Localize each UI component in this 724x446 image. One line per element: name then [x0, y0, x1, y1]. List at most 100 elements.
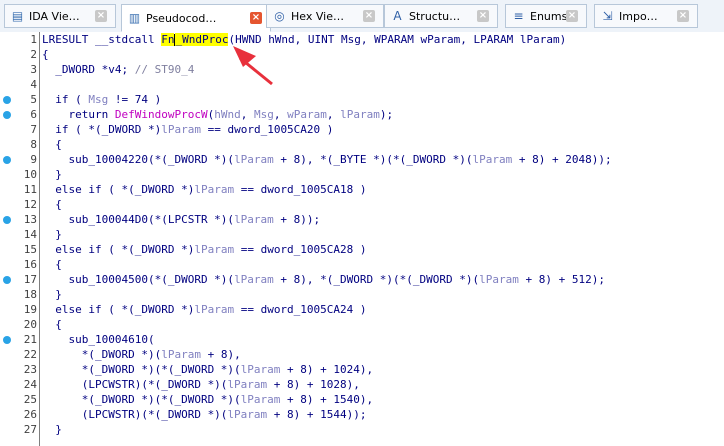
- code-text: {: [42, 257, 62, 272]
- code-token: }: [42, 423, 62, 436]
- code-line[interactable]: 25 *(_DWORD *)(*(_DWORD *)(lParam + 8) +…: [0, 392, 724, 407]
- code-token: else if ( *(_DWORD *): [42, 183, 195, 196]
- tab-hex-view[interactable]: ◎ Hex Vie… ×: [266, 4, 384, 28]
- line-number: 2: [30, 48, 37, 61]
- code-token: lParam: [194, 303, 235, 316]
- code-line[interactable]: 27 }: [0, 422, 724, 437]
- code-token: // ST90_4: [134, 63, 195, 76]
- line-number: 23: [23, 363, 37, 376]
- code-token: + 8) + 512);: [518, 273, 605, 286]
- code-token: if ( *(_DWORD *): [42, 123, 162, 136]
- code-line[interactable]: 4: [0, 77, 724, 92]
- code-token: ,: [240, 108, 254, 121]
- code-line[interactable]: 16 {: [0, 257, 724, 272]
- tab-ida-view[interactable]: ▤ IDA Vie… ×: [4, 4, 116, 28]
- code-text: {: [42, 197, 62, 212]
- code-text: (LPCWSTR)(*(_DWORD *)(lParam + 8) + 1028…: [42, 377, 360, 392]
- code-line[interactable]: 21 sub_10004610(: [0, 332, 724, 347]
- code-line[interactable]: 12 {: [0, 197, 724, 212]
- code-text: *(_DWORD *)(lParam + 8),: [42, 347, 241, 362]
- code-line[interactable]: 26 (LPCWSTR)(*(_DWORD *)(lParam + 8) + 1…: [0, 407, 724, 422]
- code-line[interactable]: 22 *(_DWORD *)(lParam + 8),: [0, 347, 724, 362]
- code-line[interactable]: 9 sub_10004220(*(_DWORD *)(lParam + 8), …: [0, 152, 724, 167]
- code-token: *(_DWORD *)(: [42, 348, 162, 361]
- code-token: DefWindowProcW: [114, 108, 208, 121]
- code-token: == dword_1005CA24 ): [234, 303, 367, 316]
- code-token: _DWORD *v4;: [42, 63, 135, 76]
- tab-enums[interactable]: ≡ Enums ×: [505, 4, 587, 28]
- line-number: 16: [23, 258, 37, 271]
- tab-label: Enums: [530, 9, 566, 23]
- code-token: {: [42, 198, 62, 211]
- close-icon[interactable]: ×: [95, 10, 107, 22]
- code-line[interactable]: 10 }: [0, 167, 724, 182]
- code-text: sub_10004220(*(_DWORD *)(lParam + 8), *(…: [42, 152, 611, 167]
- close-icon[interactable]: ×: [250, 12, 262, 24]
- close-icon[interactable]: ×: [566, 10, 578, 22]
- code-token: lParam: [161, 123, 201, 136]
- close-icon[interactable]: ×: [477, 10, 489, 22]
- code-line[interactable]: 20 {: [0, 317, 724, 332]
- line-number: 25: [23, 393, 37, 406]
- code-line[interactable]: 18 }: [0, 287, 724, 302]
- ida-view-icon: ▤: [11, 9, 24, 23]
- code-line[interactable]: 17 sub_10004500(*(_DWORD *)(lParam + 8),…: [0, 272, 724, 287]
- code-token: + 8) + 1544));: [267, 408, 367, 421]
- line-number: 10: [23, 168, 37, 181]
- line-number: 21: [23, 333, 37, 346]
- code-token: (HWND hWnd, UINT Msg, WPARAM wParam, LPA…: [228, 33, 567, 46]
- line-number: 27: [23, 423, 37, 436]
- line-number: 13: [23, 213, 37, 226]
- tab-structures[interactable]: A Structu… ×: [384, 4, 498, 28]
- tab-label: Pseudocod…: [146, 11, 217, 25]
- code-text: {: [42, 47, 49, 62]
- code-text: *(_DWORD *)(*(_DWORD *)(lParam + 8) + 15…: [42, 392, 373, 407]
- code-token: lParam: [240, 363, 281, 376]
- code-token: }: [42, 168, 62, 181]
- code-token: + 8), *(_BYTE *)(*(_DWORD *)(: [273, 153, 473, 166]
- code-line[interactable]: 14 }: [0, 227, 724, 242]
- code-line[interactable]: 3 _DWORD *v4; // ST90_4: [0, 62, 724, 77]
- code-text: *(_DWORD *)(*(_DWORD *)(lParam + 8) + 10…: [42, 362, 373, 377]
- line-number: 26: [23, 408, 37, 421]
- code-token: sub_10004610(: [42, 333, 155, 346]
- code-line[interactable]: 11 else if ( *(_DWORD *)lParam == dword_…: [0, 182, 724, 197]
- line-number: 24: [23, 378, 37, 391]
- code-line[interactable]: 19 else if ( *(_DWORD *)lParam == dword_…: [0, 302, 724, 317]
- tab-imports[interactable]: ⇲ Impo… ×: [594, 4, 698, 28]
- tab-pseudocode[interactable]: ▥ Pseudocod… ×: [121, 4, 271, 32]
- code-token: {: [42, 258, 62, 271]
- code-token: + 8), *(_DWORD *)(*(_DWORD *)(: [273, 273, 480, 286]
- code-token: == dword_1005CA28 ): [234, 243, 367, 256]
- code-token: lParam: [479, 273, 519, 286]
- tab-label: Hex Vie…: [291, 9, 344, 23]
- line-number: 11: [23, 183, 37, 196]
- code-token: lParam: [240, 393, 281, 406]
- code-text: sub_10004610(: [42, 332, 155, 347]
- code-text: }: [42, 167, 62, 182]
- line-number: 8: [30, 138, 37, 151]
- code-line[interactable]: 23 *(_DWORD *)(*(_DWORD *)(lParam + 8) +…: [0, 362, 724, 377]
- code-line[interactable]: 15 else if ( *(_DWORD *)lParam == dword_…: [0, 242, 724, 257]
- pseudocode-editor[interactable]: 1 LRESULT __stdcall Fn_WndProc(HWND hWnd,…: [0, 32, 724, 446]
- code-line[interactable]: 13 sub_100044D0(*(LPCSTR *)(lParam + 8))…: [0, 212, 724, 227]
- line-number: 20: [23, 318, 37, 331]
- line-number: 9: [30, 153, 37, 166]
- code-text: }: [42, 422, 62, 437]
- code-line[interactable]: 2{: [0, 47, 724, 62]
- code-text: LRESULT __stdcall Fn_WndProc(HWND hWnd, …: [42, 32, 566, 47]
- code-line[interactable]: 1 LRESULT __stdcall Fn_WndProc(HWND hWnd,…: [0, 32, 724, 47]
- close-icon[interactable]: ×: [363, 10, 375, 22]
- code-line[interactable]: 6 return DefWindowProcW(hWnd, Msg, wPara…: [0, 107, 724, 122]
- code-line[interactable]: 5 if ( Msg != 74 ): [0, 92, 724, 107]
- close-icon[interactable]: ×: [677, 10, 689, 22]
- tab-label: Structu…: [409, 9, 461, 23]
- code-line[interactable]: 8 {: [0, 137, 724, 152]
- code-text: {: [42, 317, 62, 332]
- code-text: else if ( *(_DWORD *)lParam == dword_100…: [42, 302, 367, 317]
- code-text: if ( *(_DWORD *)lParam == dword_1005CA20…: [42, 122, 333, 137]
- line-number: 7: [30, 123, 37, 136]
- code-line[interactable]: 7 if ( *(_DWORD *)lParam == dword_1005CA…: [0, 122, 724, 137]
- code-line[interactable]: 24 (LPCWSTR)(*(_DWORD *)(lParam + 8) + 1…: [0, 377, 724, 392]
- code-token: sub_100044D0(*(LPCSTR *)(: [42, 213, 235, 226]
